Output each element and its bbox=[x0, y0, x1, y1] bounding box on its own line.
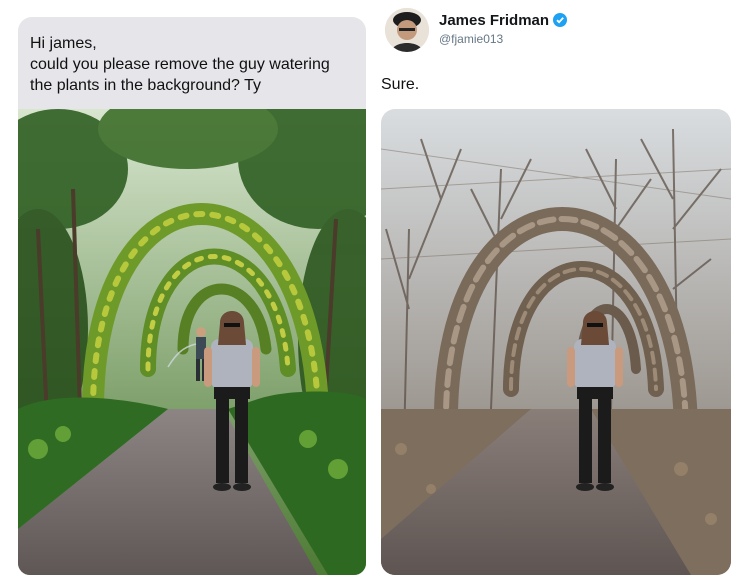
edited-photo bbox=[381, 109, 731, 575]
verified-icon bbox=[553, 13, 568, 31]
author-name-text[interactable]: James Fridman bbox=[439, 12, 549, 29]
message-line-1: Hi james, bbox=[30, 35, 97, 52]
author-handle[interactable]: @fjamie013 bbox=[439, 32, 503, 46]
author-avatar[interactable] bbox=[385, 8, 429, 52]
message-line-2: could you please remove the guy watering bbox=[30, 56, 330, 73]
message-line-3: the plants in the background? Ty bbox=[30, 77, 261, 94]
reply-text: Sure. bbox=[381, 76, 420, 93]
original-photo bbox=[18, 109, 366, 575]
reply-header: James Fridman @fjamie013 bbox=[381, 8, 731, 58]
author-name[interactable]: James Fridman bbox=[439, 12, 568, 31]
message-bubble: Hi james, could you please remove the gu… bbox=[18, 17, 366, 109]
request-message: Hi james, could you please remove the gu… bbox=[18, 17, 366, 109]
